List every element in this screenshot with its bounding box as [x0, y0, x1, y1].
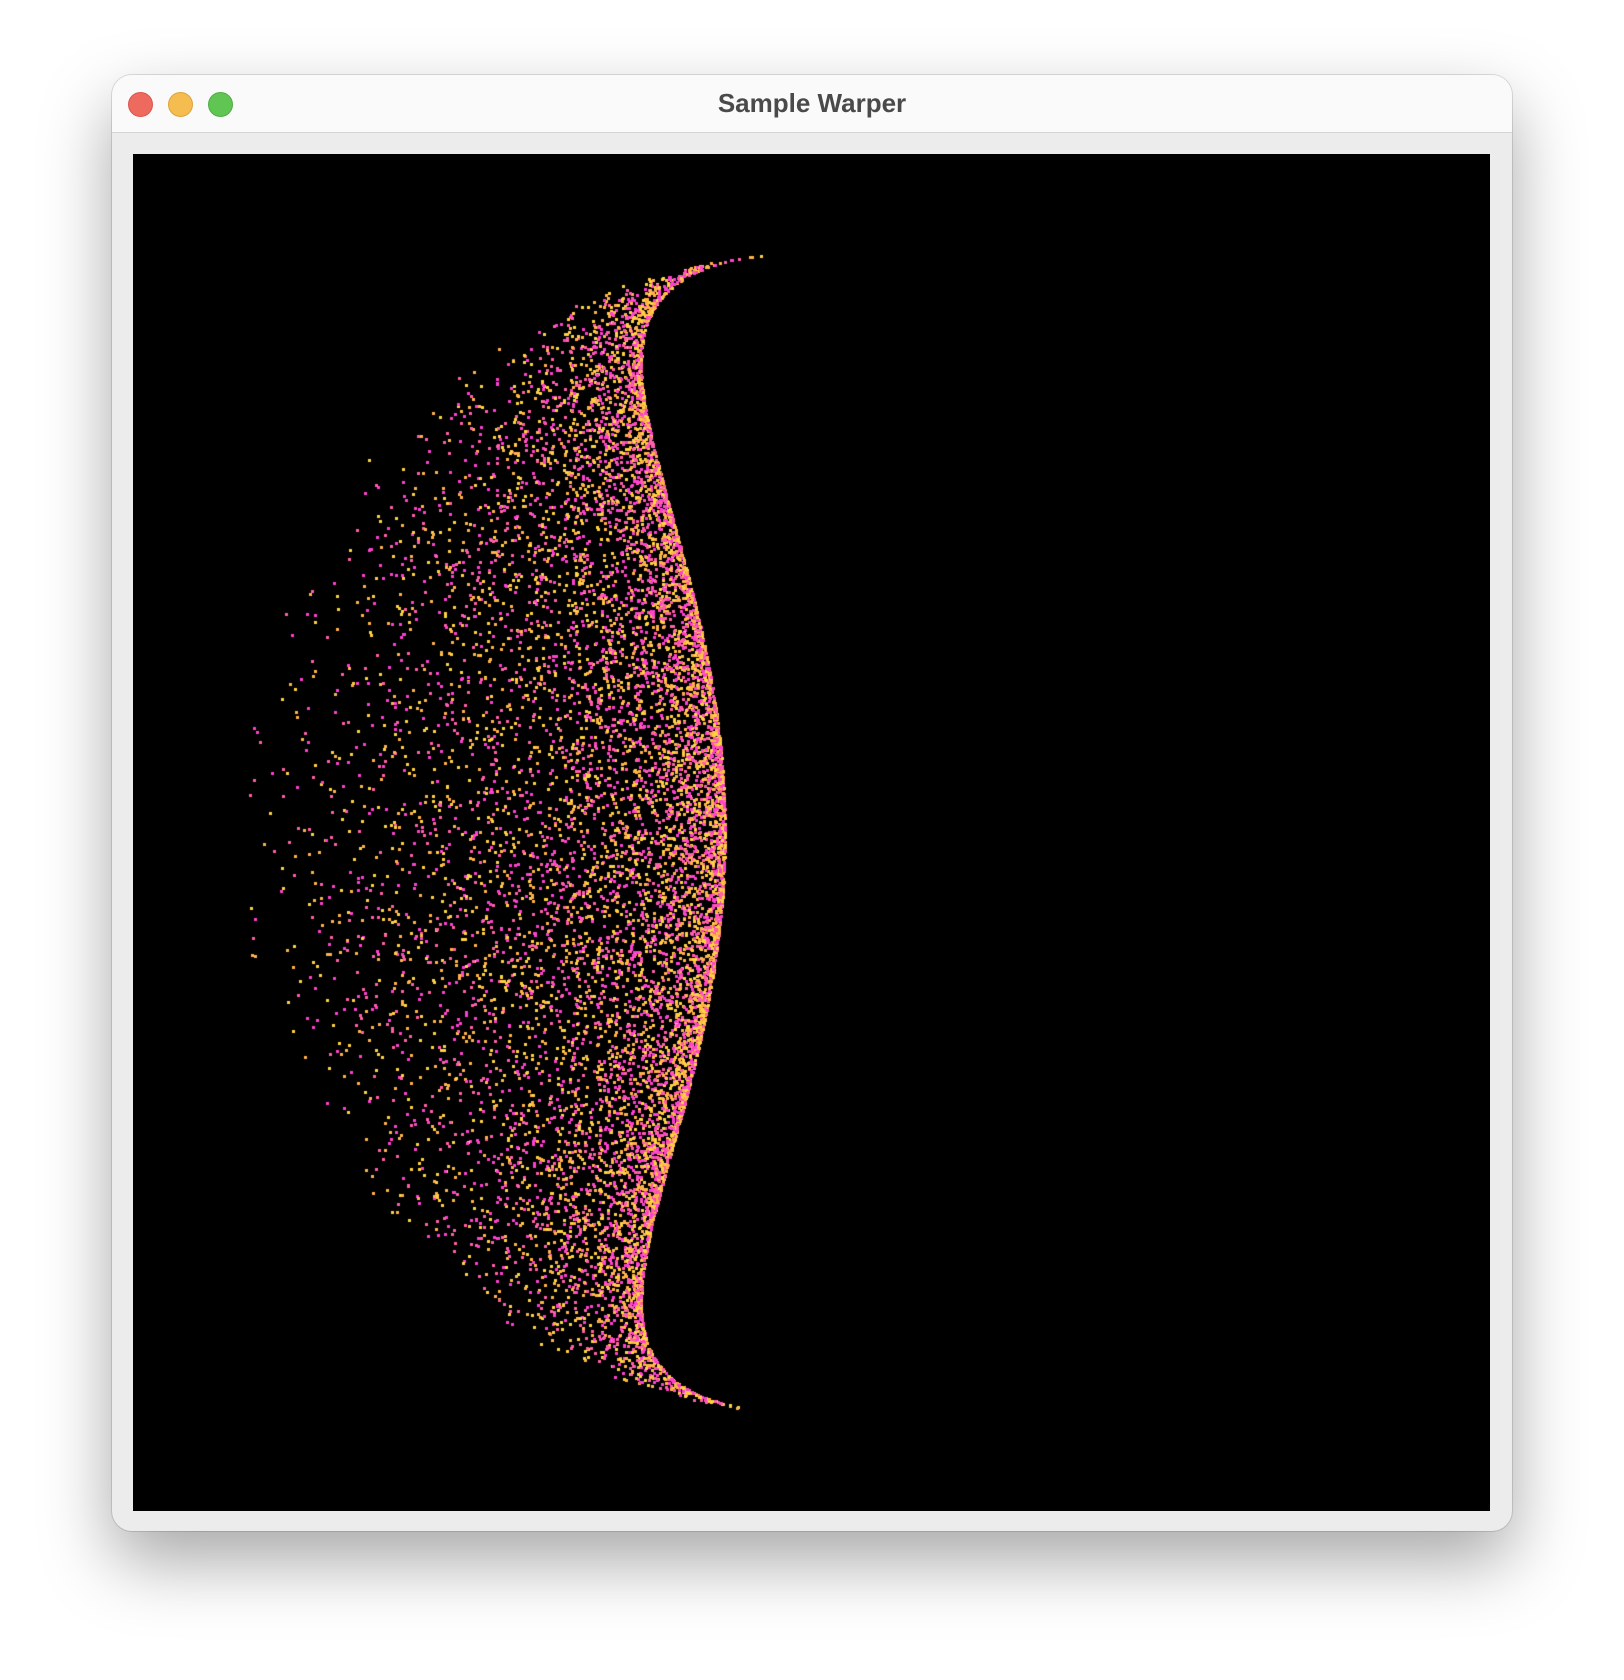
render-view[interactable] — [133, 154, 1490, 1511]
sample-scatter-canvas[interactable] — [133, 154, 1490, 1511]
app-window: Sample Warper — [112, 75, 1512, 1531]
title-bar[interactable]: Sample Warper — [112, 75, 1512, 133]
window-title: Sample Warper — [717, 88, 907, 118]
